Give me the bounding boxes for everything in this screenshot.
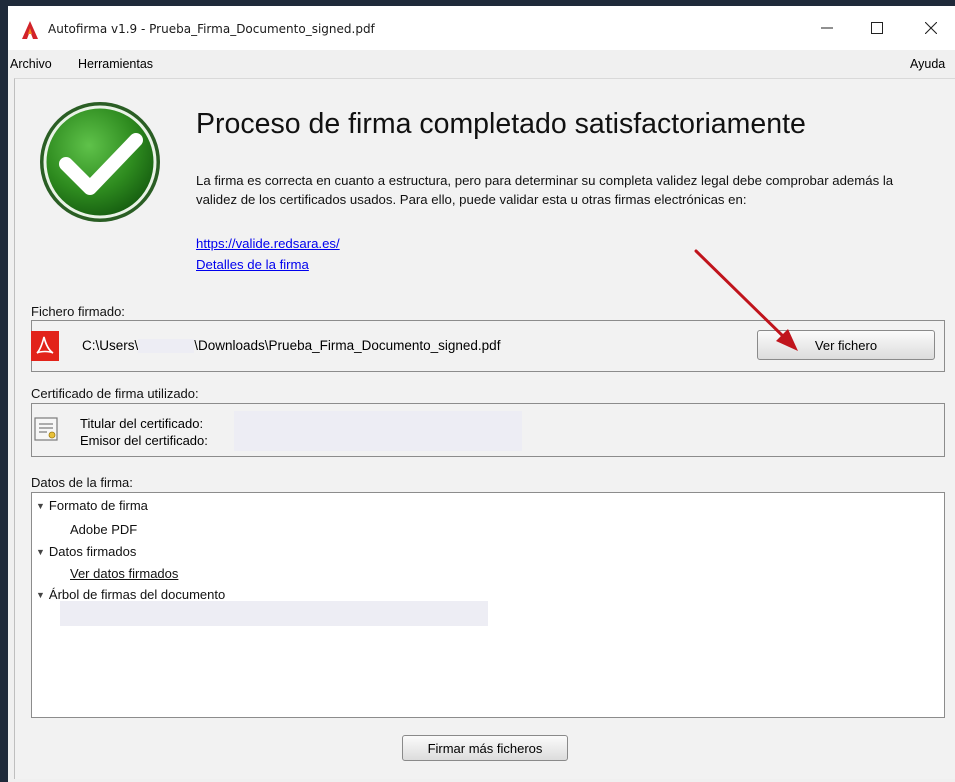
expand-triangle-icon: ▼ (36, 501, 45, 511)
minimize-button[interactable] (804, 6, 850, 50)
close-button[interactable] (908, 6, 954, 50)
tree-leaf-format-value: Adobe PDF (70, 522, 138, 537)
certificate-icon (34, 417, 58, 441)
sign-more-files-button[interactable]: Firmar más ficheros (402, 735, 568, 761)
signed-file-path: C:\Users\ \Downloads\Prueba_Firma_Documen… (82, 338, 501, 354)
pdf-file-icon (31, 331, 59, 361)
result-description: La firma es correcta en cuanto a estruct… (196, 173, 894, 207)
menu-bar: Archivo Herramientas Ayuda (8, 50, 955, 76)
view-signed-data-link[interactable]: Ver datos firmados (70, 566, 178, 581)
certificate-holder-label: Titular del certificado: (80, 416, 204, 431)
close-icon (925, 22, 937, 34)
expand-triangle-icon: ▼ (36, 547, 45, 557)
window-title: Autofirma v1.9 - Prueba_Firma_Documento_… (48, 22, 375, 36)
redacted-signer-entry (60, 601, 488, 626)
tree-node-signed-data[interactable]: ▼ Datos firmados (36, 544, 136, 559)
success-check-icon (40, 102, 160, 222)
redacted-certificate-values (234, 411, 522, 451)
signed-file-label: Fichero firmado: (31, 304, 125, 319)
view-file-button[interactable]: Ver fichero (757, 330, 935, 360)
menu-herramientas[interactable]: Herramientas (78, 57, 153, 71)
title-bar: Autofirma v1.9 - Prueba_Firma_Documento_… (8, 6, 955, 50)
signature-details-link[interactable]: Detalles de la firma (196, 257, 309, 272)
autofirma-logo-icon (22, 21, 38, 39)
expand-triangle-icon: ▼ (36, 590, 45, 600)
menu-ayuda[interactable]: Ayuda (910, 57, 945, 71)
signature-data-label: Datos de la firma: (31, 475, 133, 490)
certificate-issuer-label: Emisor del certificado: (80, 433, 208, 448)
maximize-icon (871, 22, 883, 34)
maximize-button[interactable] (854, 6, 900, 50)
menu-archivo[interactable]: Archivo (10, 57, 52, 71)
redacted-username (138, 339, 195, 354)
minimize-icon (821, 27, 833, 29)
certificate-label: Certificado de firma utilizado: (31, 386, 199, 401)
tree-node-format[interactable]: ▼ Formato de firma (36, 498, 148, 513)
tree-node-signature-tree[interactable]: ▼ Árbol de firmas del documento (36, 587, 225, 602)
valide-link[interactable]: https://valide.redsara.es/ (196, 236, 340, 251)
result-heading: Proceso de firma completado satisfactori… (196, 108, 806, 140)
